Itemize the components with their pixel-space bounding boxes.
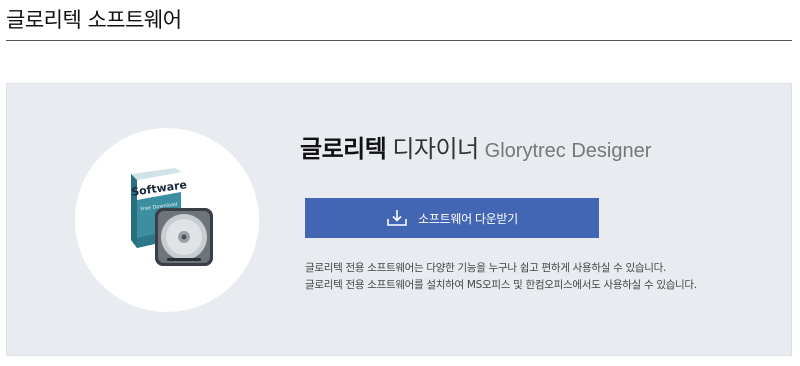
product-description: 글로리텍 전용 소프트웨어는 다양한 기능을 누구나 쉽고 편하게 사용하실 수… xyxy=(305,260,775,294)
product-title: 글로리텍 디자이너 Glorytrec Designer xyxy=(300,129,651,164)
product-panel: Software Free Download 글로리텍 디자이너 Glorytrec… xyxy=(6,83,792,356)
download-button-label: 소프트웨어 다운받기 xyxy=(418,211,518,226)
download-icon xyxy=(387,210,407,226)
product-brand: 글로리텍 xyxy=(300,135,387,163)
description-line-2: 글로리텍 전용 소프트웨어를 설치하여 MS오피스 및 한컴오피스에서도 사용하… xyxy=(305,279,697,291)
software-box-icon: Software Free Download xyxy=(130,168,213,266)
description-line-1: 글로리텍 전용 소프트웨어는 다양한 기능을 누구나 쉽고 편하게 사용하실 수… xyxy=(305,262,667,274)
product-image-circle: Software Free Download xyxy=(75,128,259,312)
download-software-button[interactable]: 소프트웨어 다운받기 xyxy=(305,198,599,238)
heading-divider xyxy=(6,40,792,41)
product-name: 디자이너 xyxy=(392,135,479,163)
product-name-en: Glorytrec Designer xyxy=(484,140,652,162)
page-title: 글로리텍 소프트웨어 xyxy=(6,8,182,32)
